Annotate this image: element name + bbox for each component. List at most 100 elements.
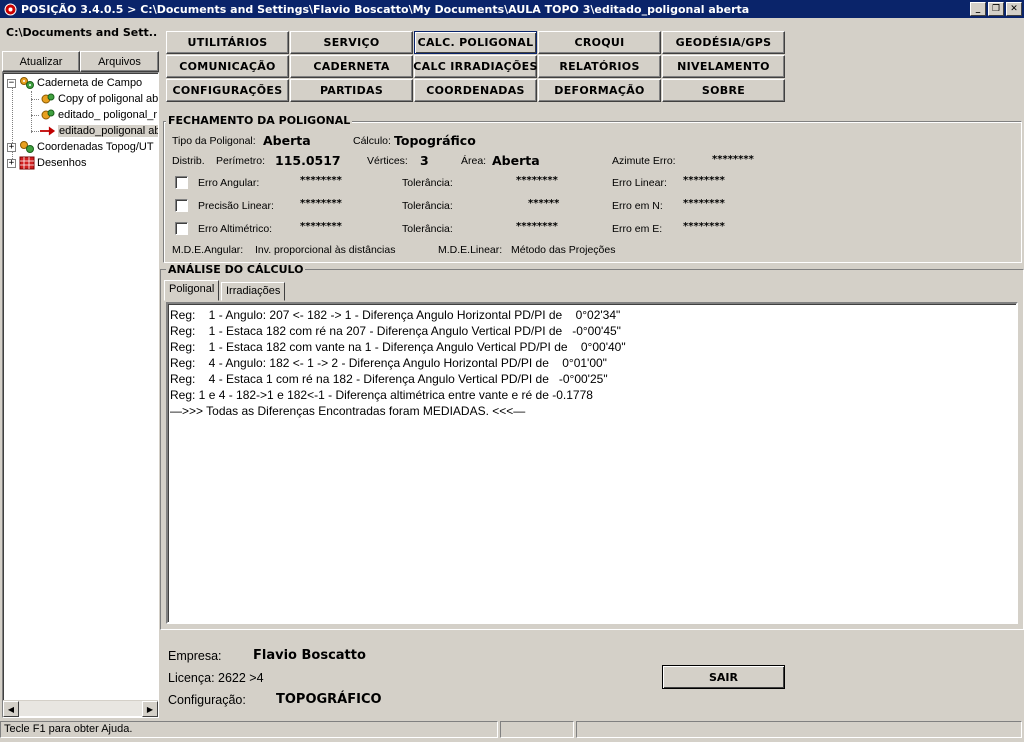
current-folder-path: C:\Documents and Sett...	[6, 26, 158, 39]
erro-linear-label: Erro Linear:	[612, 177, 667, 189]
minimize-button[interactable]: _	[970, 2, 986, 16]
analise-title: ANÁLISE DO CÁLCULO	[166, 263, 306, 276]
gear-file-icon	[40, 92, 56, 106]
gear-file-icon	[40, 108, 56, 122]
menu-caderneta[interactable]: CADERNETA	[290, 55, 413, 78]
expand-icon[interactable]: +	[7, 158, 16, 168]
atualizar-button[interactable]: Atualizar	[2, 51, 80, 72]
analise-text-area[interactable]: Reg: 1 - Angulo: 207 <- 182 -> 1 - Difer…	[166, 302, 1018, 624]
tree-item-label: editado_poligonal ab	[58, 125, 158, 137]
menu-croqui[interactable]: CROQUI	[538, 31, 661, 54]
menu-relatorios[interactable]: RELATÓRIOS	[538, 55, 661, 78]
menu-partidas[interactable]: PARTIDAS	[290, 79, 413, 102]
status-help-text: Tecle F1 para obter Ajuda.	[0, 721, 498, 738]
mde-angular-label: M.D.E.Angular:	[172, 244, 244, 256]
analise-line: —>>> Todas as Diferenças Encontradas for…	[170, 404, 526, 418]
erro-altimetrico-checkbox[interactable]	[175, 222, 188, 235]
status-bar: Tecle F1 para obter Ajuda.	[0, 720, 1024, 740]
sair-button[interactable]: SAIR	[662, 665, 785, 689]
calculo-value: Topográfico	[394, 133, 476, 148]
tree-item-editado-poligonal-ab[interactable]: editado_poligonal ab	[40, 123, 158, 139]
tree-item-editado-poligonal-r[interactable]: editado_ poligonal_r	[40, 107, 157, 123]
configuracao-label: Configuração:	[168, 693, 246, 707]
perimetro-label: Perímetro:	[216, 155, 266, 167]
tolerancia-angular-value: ********	[516, 175, 558, 186]
analise-line: Reg: 1 - Estaca 182 com vante na 1 - Dif…	[170, 340, 626, 354]
tree-item-label: Copy of poligonal ab	[58, 93, 159, 105]
precisao-linear-value: ********	[300, 198, 342, 209]
scroll-left-arrow-icon[interactable]: ◀	[3, 701, 19, 717]
analise-line: Reg: 1 - Estaca 182 com ré na 207 - Dife…	[170, 324, 621, 338]
window-title: POSIÇÃO 3.4.0.5 > C:\Documents and Setti…	[21, 2, 750, 16]
status-panel-3	[576, 721, 1022, 738]
erro-n-label: Erro em N:	[612, 200, 663, 212]
expand-icon[interactable]: +	[7, 142, 16, 152]
tree-item-label: editado_ poligonal_r	[58, 109, 158, 121]
area-label: Área:	[461, 155, 487, 167]
perimetro-value: 115.0517	[275, 153, 341, 168]
analise-line: Reg: 1 - Angulo: 207 <- 182 -> 1 - Difer…	[170, 308, 621, 322]
configuracao-value: TOPOGRÁFICO	[276, 692, 382, 707]
vertices-label: Vértices:	[367, 155, 408, 167]
menu-utilitarios[interactable]: UTILITÁRIOS	[166, 31, 289, 54]
tree-item-coordenadas[interactable]: + Coordenadas Topog/UT	[7, 139, 154, 155]
tipo-value: Aberta	[263, 133, 311, 148]
scroll-right-arrow-icon[interactable]: ▶	[142, 701, 158, 717]
red-arrow-icon	[40, 124, 56, 138]
erro-e-label: Erro em E:	[612, 223, 663, 235]
erro-n-value: ********	[683, 198, 725, 209]
tolerancia-linear-value: ******	[528, 198, 560, 209]
app-icon	[3, 2, 17, 16]
calculo-label: Cálculo:	[353, 135, 391, 147]
gears-icon	[19, 140, 35, 154]
arquivos-button[interactable]: Arquivos	[80, 51, 159, 72]
tolerancia-altimetrica-value: ********	[516, 221, 558, 232]
tree-item-caderneta[interactable]: − Caderneta de Campo	[7, 75, 142, 91]
mde-linear-value: Método das Projeções	[511, 244, 616, 256]
tab-irradiacoes[interactable]: Irradiações	[221, 282, 286, 301]
close-button[interactable]: ✕	[1006, 2, 1022, 16]
menu-geodesia-gps[interactable]: GEODÉSIA/GPS	[662, 31, 785, 54]
tree-item-label: Desenhos	[37, 157, 87, 169]
drawing-icon	[19, 156, 35, 170]
tolerancia-label: Tolerância:	[402, 200, 453, 212]
tree-horizontal-scrollbar[interactable]: ◀ ▶	[3, 700, 158, 717]
erro-angular-label: Erro Angular:	[198, 177, 260, 189]
collapse-icon[interactable]: −	[7, 78, 16, 88]
erro-altimetrico-value: ********	[300, 221, 342, 232]
menu-calc-poligonal[interactable]: CALC. POLIGONAL	[414, 31, 537, 54]
tree-item-label: Coordenadas Topog/UT	[37, 141, 154, 153]
empresa-value: Flavio Boscatto	[253, 648, 366, 663]
menu-servico[interactable]: SERVIÇO	[290, 31, 413, 54]
precisao-linear-label: Precisão Linear:	[198, 200, 274, 212]
tree-item-copy-poligonal[interactable]: Copy of poligonal ab	[40, 91, 158, 107]
azimute-value: ********	[712, 154, 754, 165]
title-bar: POSIÇÃO 3.4.0.5 > C:\Documents and Setti…	[0, 0, 1024, 18]
fechamento-title: FECHAMENTO DA POLIGONAL	[166, 114, 353, 127]
tolerancia-label: Tolerância:	[402, 177, 453, 189]
licenca-text: Licença: 2622 >4	[168, 671, 264, 685]
erro-e-value: ********	[683, 221, 725, 232]
tab-poligonal[interactable]: Poligonal	[164, 280, 220, 301]
tree-item-desenhos[interactable]: + Desenhos	[7, 155, 87, 171]
analise-line: Reg: 4 - Estaca 1 com ré na 182 - Difere…	[170, 372, 608, 386]
restore-button[interactable]: ❐	[988, 2, 1004, 16]
erro-angular-checkbox[interactable]	[175, 176, 188, 189]
menu-nivelamento[interactable]: NIVELAMENTO	[662, 55, 785, 78]
menu-configuracoes[interactable]: CONFIGURAÇÕES	[166, 79, 289, 102]
menu-sobre[interactable]: SOBRE	[662, 79, 785, 102]
mde-linear-label: M.D.E.Linear:	[438, 244, 503, 256]
vertices-value: 3	[420, 153, 429, 168]
menu-calc-irradiacoes[interactable]: CALC IRRADIAÇÕES	[413, 55, 537, 78]
menu-coordenadas[interactable]: COORDENADAS	[414, 79, 537, 102]
empresa-label: Empresa:	[168, 649, 222, 663]
distrib-label: Distrib.	[172, 155, 205, 167]
tipo-label: Tipo da Poligonal:	[172, 135, 256, 147]
azimute-label: Azimute Erro:	[612, 155, 676, 167]
precisao-linear-checkbox[interactable]	[175, 199, 188, 212]
file-tree[interactable]: − Caderneta de Campo Copy of poligonal a…	[2, 72, 159, 718]
menu-comunicacao[interactable]: COMUNICAÇÃO	[166, 55, 289, 78]
menu-deformacao[interactable]: DEFORMAÇÃO	[538, 79, 661, 102]
analise-line: Reg: 4 - Angulo: 182 <- 1 -> 2 - Diferen…	[170, 356, 607, 370]
mde-angular-value: Inv. proporcional às distâncias	[255, 244, 396, 256]
